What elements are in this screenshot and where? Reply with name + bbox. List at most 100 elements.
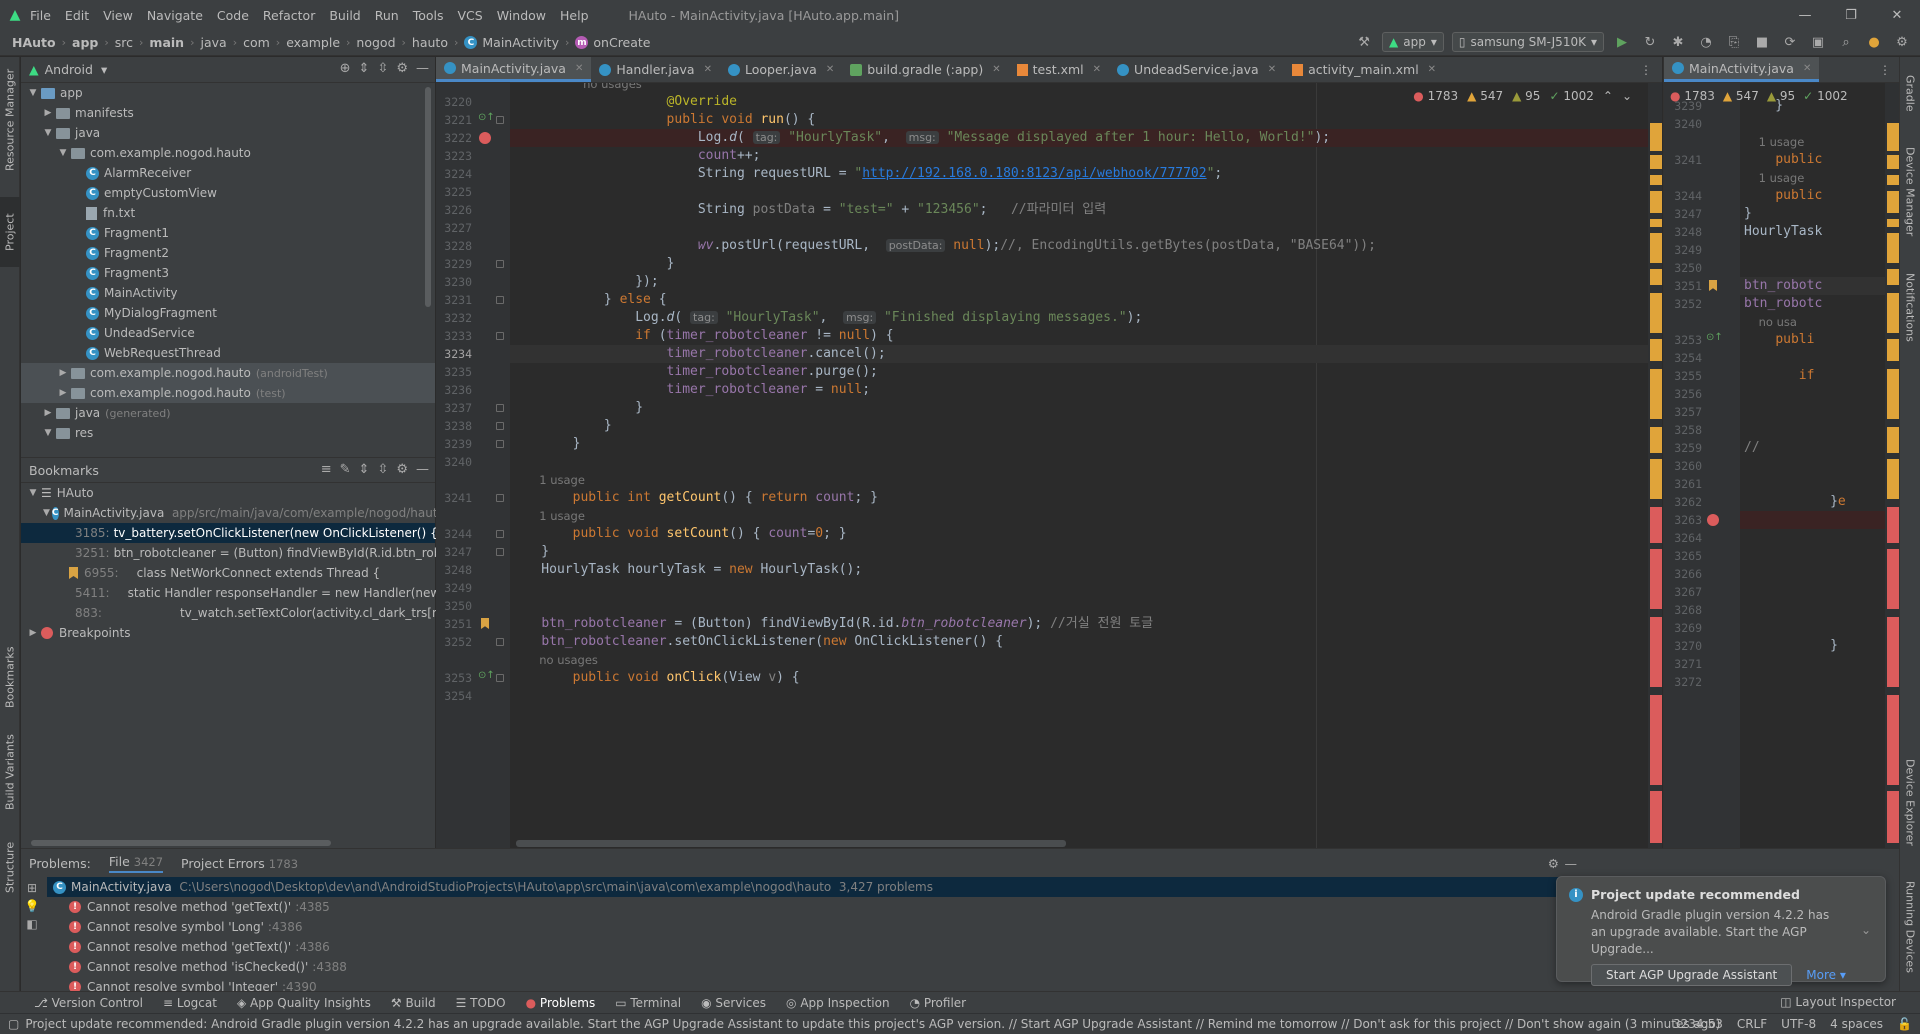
fold-marker-icon[interactable]	[496, 494, 504, 502]
stop-icon[interactable]: ■	[1752, 32, 1772, 52]
problem-item[interactable]: ! Cannot resolve symbol 'Long':4386	[47, 917, 1572, 937]
split-code-editor[interactable]: 3239 3240 3241 3244 3247 3248 3249 3250 3251 3252…	[1663, 83, 1899, 848]
menu-edit[interactable]: Edit	[65, 8, 89, 23]
stripe-marker[interactable]	[1650, 269, 1662, 285]
stripe-marker[interactable]	[1650, 233, 1662, 263]
close-icon[interactable]: ✕	[704, 64, 712, 75]
editor-tab[interactable]: UndeadService.java ✕	[1109, 57, 1284, 82]
collapse-all-icon[interactable]: ⇳	[377, 61, 388, 76]
fold-marker-icon[interactable]	[496, 116, 504, 124]
fold-marker-icon[interactable]	[496, 530, 504, 538]
breakpoint-icon[interactable]	[479, 132, 491, 144]
stripe-marker[interactable]	[1650, 175, 1662, 185]
bookmark-icon[interactable]	[481, 618, 489, 629]
stripe-marker[interactable]	[1650, 427, 1662, 453]
stripe-marker[interactable]	[1887, 219, 1899, 227]
breakpoints-node[interactable]: ▶ Breakpoints	[21, 623, 435, 643]
fold-marker-icon[interactable]	[496, 422, 504, 430]
tree-item[interactable]: ▼ app	[21, 83, 435, 103]
tree-item[interactable]: ▶ manifests	[21, 103, 435, 123]
fold-marker-icon[interactable]	[496, 674, 504, 682]
expand-all-icon[interactable]: ⇕	[359, 61, 370, 76]
breadcrumb-item[interactable]: java	[200, 35, 226, 50]
stripe-marker[interactable]	[1650, 293, 1662, 333]
tab-build-variants[interactable]: Build Variants	[0, 722, 20, 822]
menu-refactor[interactable]: Refactor	[263, 8, 315, 23]
stripe-marker[interactable]	[1650, 459, 1662, 499]
tab-device-manager[interactable]: Device Manager	[1900, 137, 1920, 247]
stripe-marker[interactable]	[1650, 155, 1662, 169]
problem-item[interactable]: ! Cannot resolve method 'getText()':4385	[47, 897, 1572, 917]
more-link[interactable]: More ▾	[1806, 968, 1846, 982]
bookmark-file[interactable]: ▼ C MainActivity.java app/src/main/java/co…	[21, 503, 445, 523]
stripe-marker[interactable]	[1887, 269, 1899, 285]
tree-item[interactable]: C UndeadService	[21, 323, 435, 343]
breadcrumb-item[interactable]: hauto	[412, 35, 448, 50]
lock-icon[interactable]: 🔓	[1897, 1017, 1912, 1031]
stripe-marker[interactable]	[1887, 549, 1899, 609]
stripe-marker[interactable]	[1650, 219, 1662, 227]
tab-project-errors[interactable]: Project Errors 1783	[181, 856, 298, 871]
tree-item[interactable]: C MyDialogFragment	[21, 303, 435, 323]
breadcrumb-item[interactable]: src	[115, 35, 133, 50]
tree-item[interactable]: ▶ com.example.nogod.hauto (test)	[21, 383, 435, 403]
preview-icon[interactable]: ◧	[21, 917, 43, 931]
override-icon[interactable]: ⊙↑	[478, 670, 495, 681]
menu-code[interactable]: Code	[217, 8, 249, 23]
problem-item[interactable]: ! Cannot resolve method 'getText()':4386	[47, 937, 1572, 957]
breadcrumb-item[interactable]: MainActivity	[482, 35, 559, 50]
close-icon[interactable]: ✕	[1874, 0, 1920, 30]
tree-item[interactable]: C Fragment3	[21, 263, 435, 283]
debug-icon[interactable]: ✱	[1668, 32, 1688, 52]
gear-icon[interactable]: ⚙	[1548, 856, 1559, 871]
editor-tab[interactable]: Handler.java ✕	[591, 57, 720, 82]
update-icon[interactable]: ●	[1864, 32, 1884, 52]
editor-tab[interactable]: MainActivity.java ✕	[436, 57, 592, 82]
problems-file-row[interactable]: C MainActivity.java C:\Users\nogod\Deskt…	[47, 877, 1572, 897]
sync-icon[interactable]: ⟳	[1780, 32, 1800, 52]
more-icon[interactable]: ⋮	[1630, 57, 1662, 82]
editor-tab[interactable]: activity_main.xml ✕	[1284, 57, 1444, 82]
stripe-marker[interactable]	[1650, 369, 1662, 419]
menu-tools[interactable]: Tools	[413, 8, 444, 23]
tree-item[interactable]: C Fragment1	[21, 223, 435, 243]
breakpoint-icon[interactable]	[1707, 514, 1719, 526]
fold-marker-icon[interactable]	[496, 548, 504, 556]
bookmark-item[interactable]: 883: tv_watch.setTextColor(activity.cl_da…	[21, 603, 444, 623]
stripe-marker[interactable]	[1887, 791, 1899, 843]
stripe-marker[interactable]	[1650, 339, 1662, 361]
tree-item[interactable]: ▼ res	[21, 423, 435, 443]
editor-tab[interactable]: test.xml ✕	[1009, 57, 1109, 82]
tree-item[interactable]: C WebRequestThread	[21, 343, 435, 363]
tree-item[interactable]: C AlarmReceiver	[21, 163, 435, 183]
stripe-marker[interactable]	[1887, 155, 1899, 169]
breadcrumb-item[interactable]: onCreate	[593, 35, 650, 50]
tool-window-app-quality-insights[interactable]: ◈ App Quality Insights	[237, 996, 371, 1010]
split-tab-mainactivity[interactable]: MainActivity.java ✕	[1664, 57, 1820, 82]
code-editor[interactable]: 3220 3221 ⊙↑ 3222 3223 3224 3225 3226 3227 3228 32…	[436, 83, 1662, 848]
stripe-marker[interactable]	[1887, 507, 1899, 543]
device-manager-icon[interactable]: ▣	[1808, 32, 1828, 52]
tree-item[interactable]: ▶ com.example.nogod.hauto (androidTest)	[21, 363, 435, 383]
chevron-down-icon[interactable]: ▾	[101, 62, 107, 77]
hide-icon[interactable]: —	[416, 462, 429, 477]
breadcrumb-item[interactable]: com	[243, 35, 270, 50]
line-separator[interactable]: CRLF	[1737, 1017, 1767, 1031]
tool-window-todo[interactable]: ☰ TODO	[456, 996, 506, 1010]
tab-project[interactable]: Project	[0, 197, 20, 267]
override-icon[interactable]: ⊙↑	[1706, 332, 1723, 343]
profile-icon[interactable]: ◔	[1696, 32, 1716, 52]
override-icon[interactable]: ⊙↑	[478, 112, 495, 123]
more-icon[interactable]: ⋮	[1871, 57, 1899, 82]
stripe-marker[interactable]	[1887, 339, 1899, 361]
expand-icon[interactable]: ⊞	[21, 881, 43, 895]
collapse-all-icon[interactable]: ⇳	[377, 462, 388, 477]
tab-bookmarks[interactable]: Bookmarks	[0, 637, 20, 717]
tool-window-problems[interactable]: ● Problems	[526, 996, 596, 1010]
bookmark-icon[interactable]	[1709, 280, 1717, 291]
bookmark-item[interactable]: 5411: static Handler responseHandler = ne…	[21, 583, 453, 603]
bulb-icon[interactable]: 💡	[21, 899, 43, 913]
tab-notifications[interactable]: Notifications	[1900, 257, 1920, 357]
tool-window-version-control[interactable]: ⎇ Version Control	[34, 996, 143, 1010]
stripe-marker[interactable]	[1887, 369, 1899, 419]
